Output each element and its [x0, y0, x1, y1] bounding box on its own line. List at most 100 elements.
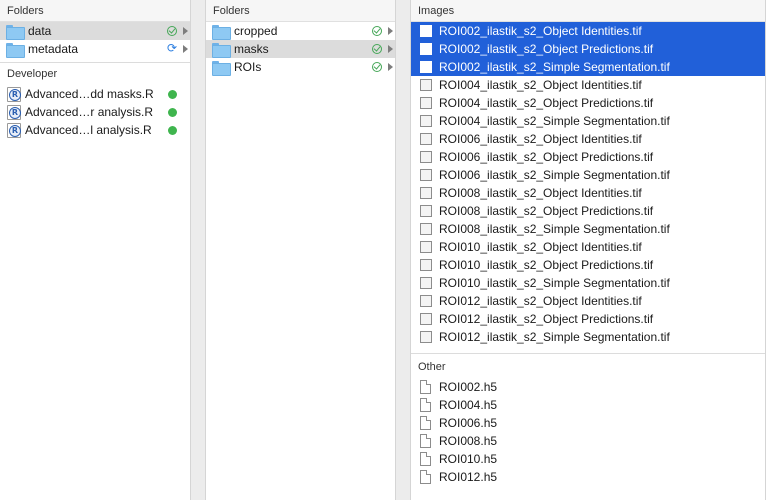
other-file-item[interactable]: ROI006.h5	[411, 414, 765, 432]
file-label: ROI004_ilastik_s2_Simple Segmentation.ti…	[439, 114, 670, 128]
image-file-item[interactable]: ROI012_ilastik_s2_Object Identities.tif	[411, 292, 765, 310]
image-file-icon	[420, 277, 432, 289]
image-file-item[interactable]: ROI010_ilastik_s2_Object Predictions.tif	[411, 256, 765, 274]
image-file-item[interactable]: ROI002_ilastik_s2_Simple Segmentation.ti…	[411, 58, 765, 76]
image-file-item[interactable]: ROI010_ilastik_s2_Object Identities.tif	[411, 238, 765, 256]
developer-file-item[interactable]: Advanced…r analysis.R	[0, 103, 190, 121]
document-icon	[420, 470, 431, 484]
sync-check-icon	[167, 26, 177, 36]
folder-item-data[interactable]: data	[0, 22, 190, 40]
image-file-item[interactable]: ROI008_ilastik_s2_Object Identities.tif	[411, 184, 765, 202]
folder-item-metadata[interactable]: metadata ⟳	[0, 40, 190, 58]
folder-icon	[212, 42, 231, 58]
image-file-item[interactable]: ROI004_ilastik_s2_Object Predictions.tif	[411, 94, 765, 112]
file-label: ROI012_ilastik_s2_Object Identities.tif	[439, 294, 642, 308]
r-file-icon	[7, 104, 21, 120]
image-file-item[interactable]: ROI006_ilastik_s2_Simple Segmentation.ti…	[411, 166, 765, 184]
file-label: ROI008_ilastik_s2_Object Identities.tif	[439, 186, 642, 200]
file-label: Advanced…l analysis.R	[25, 123, 152, 137]
image-file-item[interactable]: ROI010_ilastik_s2_Simple Segmentation.ti…	[411, 274, 765, 292]
sync-arrows-icon: ⟳	[166, 41, 178, 55]
file-label: ROI002_ilastik_s2_Object Identities.tif	[439, 24, 642, 38]
developer-file-item[interactable]: Advanced…l analysis.R	[0, 121, 190, 139]
file-label: ROI012.h5	[439, 470, 498, 484]
file-label: ROI002_ilastik_s2_Simple Segmentation.ti…	[439, 60, 670, 74]
files-column: Images ROI002_ilastik_s2_Object Identiti…	[411, 0, 766, 500]
image-file-item[interactable]: ROI002_ilastik_s2_Object Predictions.tif	[411, 40, 765, 58]
image-file-item[interactable]: ROI008_ilastik_s2_Object Predictions.tif	[411, 202, 765, 220]
sidebar-column: Folders data metadata ⟳ Developer Advanc…	[0, 0, 191, 500]
folders-header: Folders	[0, 0, 190, 22]
folder-icon	[212, 24, 231, 40]
developer-header: Developer	[0, 63, 190, 85]
sync-check-icon	[372, 44, 382, 54]
file-label: ROI006_ilastik_s2_Object Predictions.tif	[439, 150, 654, 164]
folder-label: metadata	[28, 42, 79, 56]
folder-item-cropped[interactable]: cropped	[206, 22, 395, 40]
file-label: Advanced…r analysis.R	[25, 105, 154, 119]
document-icon	[420, 434, 431, 448]
other-file-item[interactable]: ROI010.h5	[411, 450, 765, 468]
r-file-icon	[7, 122, 21, 138]
file-label: ROI010_ilastik_s2_Simple Segmentation.ti…	[439, 276, 670, 290]
images-header: Images	[411, 0, 765, 22]
file-label: ROI006.h5	[439, 416, 498, 430]
image-file-icon	[420, 205, 432, 217]
folder-icon	[6, 24, 25, 40]
image-file-item[interactable]: ROI006_ilastik_s2_Object Predictions.tif	[411, 148, 765, 166]
developer-file-item[interactable]: Advanced…dd masks.R	[0, 85, 190, 103]
image-file-icon	[420, 169, 432, 181]
image-file-item[interactable]: ROI004_ilastik_s2_Object Identities.tif	[411, 76, 765, 94]
file-label: ROI008_ilastik_s2_Object Predictions.tif	[439, 204, 654, 218]
other-file-item[interactable]: ROI008.h5	[411, 432, 765, 450]
document-icon	[420, 416, 431, 430]
document-icon	[420, 398, 431, 412]
folder-label: cropped	[234, 24, 278, 38]
sync-check-icon	[372, 62, 382, 72]
other-file-item[interactable]: ROI012.h5	[411, 468, 765, 486]
file-label: ROI004_ilastik_s2_Object Predictions.tif	[439, 96, 654, 110]
image-file-icon	[420, 61, 432, 73]
file-label: ROI012_ilastik_s2_Object Predictions.tif	[439, 312, 654, 326]
column-resize-handle[interactable]	[191, 0, 206, 500]
folder-item-rois[interactable]: ROIs	[206, 58, 395, 76]
image-file-item[interactable]: ROI006_ilastik_s2_Object Identities.tif	[411, 130, 765, 148]
folder-label: masks	[234, 42, 269, 56]
sync-check-icon	[372, 26, 382, 36]
file-label: ROI010_ilastik_s2_Object Identities.tif	[439, 240, 642, 254]
chevron-right-icon	[183, 45, 188, 53]
file-label: ROI012_ilastik_s2_Simple Segmentation.ti…	[439, 330, 670, 344]
r-file-icon	[7, 86, 21, 102]
image-file-item[interactable]: ROI012_ilastik_s2_Simple Segmentation.ti…	[411, 328, 765, 346]
folder-icon	[212, 60, 231, 76]
file-label: ROI004.h5	[439, 398, 498, 412]
chevron-right-icon	[388, 45, 393, 53]
image-file-item[interactable]: ROI002_ilastik_s2_Object Identities.tif	[411, 22, 765, 40]
image-file-item[interactable]: ROI008_ilastik_s2_Simple Segmentation.ti…	[411, 220, 765, 238]
image-file-icon	[420, 97, 432, 109]
image-file-item[interactable]: ROI004_ilastik_s2_Simple Segmentation.ti…	[411, 112, 765, 130]
image-file-icon	[420, 187, 432, 199]
image-file-icon	[420, 331, 432, 343]
image-file-icon	[420, 133, 432, 145]
file-label: ROI006_ilastik_s2_Simple Segmentation.ti…	[439, 168, 670, 182]
folder-item-masks[interactable]: masks	[206, 40, 395, 58]
document-icon	[420, 380, 431, 394]
image-file-icon	[420, 25, 432, 37]
file-label: ROI010_ilastik_s2_Object Predictions.tif	[439, 258, 654, 272]
image-file-item[interactable]: ROI012_ilastik_s2_Object Predictions.tif	[411, 310, 765, 328]
file-label: ROI008_ilastik_s2_Simple Segmentation.ti…	[439, 222, 670, 236]
column-resize-handle[interactable]	[396, 0, 411, 500]
folder-icon	[6, 42, 25, 58]
green-dot-icon	[168, 126, 177, 135]
folder-label: data	[28, 24, 52, 38]
other-file-item[interactable]: ROI002.h5	[411, 378, 765, 396]
green-dot-icon	[168, 108, 177, 117]
file-label: ROI002.h5	[439, 380, 498, 394]
other-file-item[interactable]: ROI004.h5	[411, 396, 765, 414]
chevron-right-icon	[388, 63, 393, 71]
folders-header: Folders	[206, 0, 395, 22]
image-file-icon	[420, 43, 432, 55]
file-label: ROI006_ilastik_s2_Object Identities.tif	[439, 132, 642, 146]
file-label: ROI002_ilastik_s2_Object Predictions.tif	[439, 42, 654, 56]
